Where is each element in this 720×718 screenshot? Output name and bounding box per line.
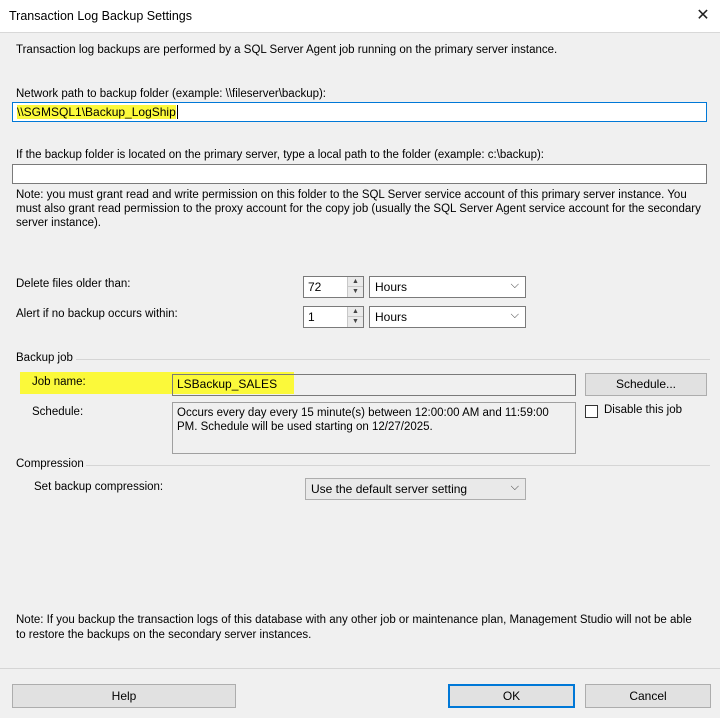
compression-value: Use the default server setting [311, 482, 468, 496]
delete-files-spinner[interactable]: 72 ▲ ▼ [303, 276, 364, 298]
footer-note: Note: If you backup the transaction logs… [16, 614, 692, 641]
cancel-button[interactable]: Cancel [585, 684, 711, 708]
schedule-button[interactable]: Schedule... [585, 373, 707, 396]
permission-note: Note: you must grant read and write perm… [16, 189, 701, 229]
alert-value: 1 [308, 310, 315, 324]
intro-text: Transaction log backups are performed by… [16, 44, 558, 56]
chevron-down-icon: ⌵ [510, 309, 519, 321]
delete-files-unit-value: Hours [375, 280, 408, 294]
disable-job-label: Disable this job [604, 404, 682, 416]
compression-group-label: Compression [16, 458, 84, 470]
delete-files-unit-select[interactable]: Hours ⌵ [369, 276, 526, 298]
schedule-label: Schedule: [32, 406, 84, 418]
spin-down-icon[interactable]: ▼ [348, 287, 363, 297]
spin-down-icon[interactable]: ▼ [348, 317, 363, 327]
delete-files-value: 72 [308, 280, 322, 294]
alert-spinner[interactable]: 1 ▲ ▼ [303, 306, 364, 328]
ok-button[interactable]: OK [448, 684, 575, 708]
local-path-input[interactable] [12, 164, 707, 184]
delete-files-label: Delete files older than: [16, 278, 131, 290]
schedule-description: Occurs every day every 15 minute(s) betw… [172, 402, 576, 454]
compression-select[interactable]: Use the default server setting ⌵ [305, 478, 526, 500]
spin-up-icon[interactable]: ▲ [348, 277, 363, 287]
job-name-label: Job name: [32, 376, 86, 388]
alert-label: Alert if no backup occurs within: [16, 308, 178, 320]
backup-job-group-label: Backup job [16, 352, 73, 364]
chevron-down-icon: ⌵ [510, 481, 519, 493]
text-cursor [176, 105, 178, 119]
footer-separator [0, 668, 720, 669]
alert-unit-value: Hours [375, 310, 408, 324]
network-path-value: \\SGMSQL1\Backup_LogShip [17, 105, 176, 119]
job-name-input[interactable]: LSBackup_SALES [172, 374, 576, 396]
compression-label: Set backup compression: [34, 481, 164, 493]
network-path-label: Network path to backup folder (example: … [16, 88, 327, 100]
disable-job-checkbox[interactable] [585, 405, 598, 418]
compression-separator [86, 465, 710, 466]
alert-unit-select[interactable]: Hours ⌵ [369, 306, 526, 328]
help-button[interactable]: Help [12, 684, 236, 708]
local-path-label: If the backup folder is located on the p… [16, 149, 545, 161]
window-title: Transaction Log Backup Settings [9, 9, 192, 23]
close-icon[interactable]: ✕ [690, 4, 716, 28]
network-path-input[interactable]: \\SGMSQL1\Backup_LogShip [12, 102, 707, 122]
job-name-value: LSBackup_SALES [177, 377, 278, 391]
backup-job-separator [76, 359, 710, 360]
chevron-down-icon: ⌵ [510, 279, 519, 291]
spin-up-icon[interactable]: ▲ [348, 307, 363, 317]
